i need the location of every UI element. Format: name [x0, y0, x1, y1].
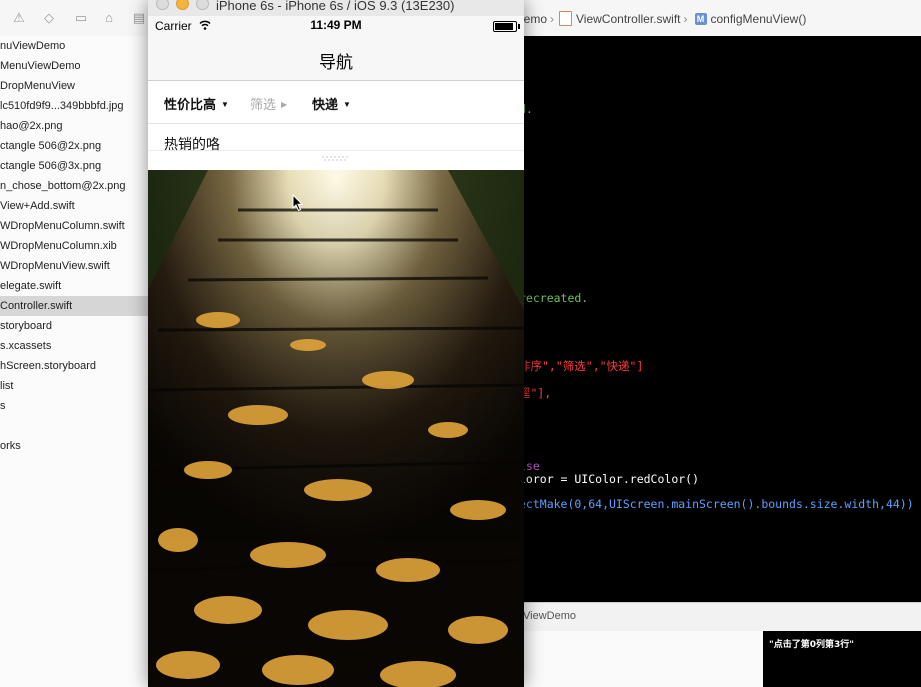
menu-column-filter[interactable]: 筛选 ▶: [250, 94, 287, 113]
swift-file-icon: [559, 11, 573, 27]
caret-right-icon: ▶: [281, 100, 288, 109]
code-line: 非序","筛选","快递"]: [519, 359, 644, 373]
navigator-item[interactable]: ctangle 506@2x.png: [0, 136, 150, 156]
code-line: recreated.: [519, 291, 589, 305]
debug-bar: ViewDemo: [515, 602, 921, 632]
comment-icon[interactable]: ▤: [132, 11, 146, 25]
navigator-item[interactable]: WDropMenuColumn.xib: [0, 236, 150, 256]
ios-status-bar: Carrier 11:49 PM: [148, 16, 524, 36]
chevron-right-icon: ›: [683, 11, 688, 26]
code-line: loror = UIColor.redColor(): [519, 472, 700, 486]
navigator-item[interactable]: elegate.swift: [0, 276, 150, 296]
navigator-item[interactable]: DropMenuView: [0, 76, 150, 96]
simulator-window: iPhone 6s - iPhone 6s / iOS 9.3 (13E230)…: [148, 0, 524, 687]
warning-icon[interactable]: ⚠: [12, 11, 26, 25]
battery-icon: [493, 21, 520, 32]
navigator-item[interactable]: orks: [0, 436, 150, 456]
navigator-item[interactable]: View+Add.swift: [0, 196, 150, 216]
mouse-pointer-icon: [292, 194, 304, 212]
project-navigator: nuViewDemo MenuViewDemo DropMenuView lc510f…: [0, 36, 151, 687]
navigator-item[interactable]: lc510fd9f9...349bbbfd.jpg: [0, 96, 150, 116]
console-output[interactable]: "点击了第0列第3行": [763, 631, 921, 687]
jumpbar-file[interactable]: ViewController.swift: [576, 12, 680, 26]
navigator-item[interactable]: Controller.swift: [0, 296, 150, 316]
menu-column-label: 快递: [312, 97, 339, 112]
minimize-window-button[interactable]: [176, 0, 189, 10]
simulator-title: iPhone 6s - iPhone 6s / iOS 9.3 (13E230): [216, 0, 455, 13]
breakpoint-icon[interactable]: ◇: [42, 11, 56, 25]
navigator-item[interactable]: n_chose_bottom@2x.png: [0, 176, 150, 196]
background-photo-stairs: [148, 170, 524, 687]
navigation-bar: 导航: [148, 36, 524, 81]
jumpbar-method[interactable]: configMenuView(): [711, 12, 807, 26]
navigator-item[interactable]: s: [0, 396, 150, 416]
jump-bar: Demo › ViewController.swift › MconfigMenuVie…: [515, 11, 806, 27]
zoom-window-button[interactable]: [196, 0, 209, 10]
variables-view: [515, 631, 763, 687]
navigator-item[interactable]: hao@2x.png: [0, 116, 150, 136]
caret-down-icon: ▼: [343, 100, 351, 109]
navigator-item[interactable]: WDropMenuColumn.swift: [0, 216, 150, 236]
menu-column-label: 性价比高: [164, 97, 217, 112]
caret-down-icon: ▼: [221, 100, 229, 109]
debug-area-title: ViewDemo: [523, 610, 576, 622]
navigator-item[interactable]: hScreen.storyboard: [0, 356, 150, 376]
code-editor[interactable]: d. recreated. 非序","筛选","快递"] 逕"], lse loror =…: [515, 36, 921, 602]
menu-column-delivery[interactable]: 快递 ▼: [312, 94, 351, 113]
code-line: ectMake(0,64,UIScreen.mainScreen().bound…: [519, 497, 914, 511]
history-icon[interactable]: ▭: [74, 11, 88, 25]
navigator-item[interactable]: WDropMenuView.swift: [0, 256, 150, 276]
drag-handle-icon[interactable]: [320, 156, 350, 161]
drop-menu-bar: 性价比高 ▼ 筛选 ▶ 快递 ▼: [148, 81, 524, 124]
dropdown-option-label: 热销的咯: [164, 136, 220, 152]
menu-column-sort[interactable]: 性价比高 ▼: [164, 94, 229, 113]
navigator-item[interactable]: s.xcassets: [0, 336, 150, 356]
tag-icon[interactable]: ⌂: [102, 11, 116, 25]
navigator-item[interactable]: list: [0, 376, 150, 396]
nav-title: 导航: [319, 53, 353, 72]
navigator-item[interactable]: nuViewDemo: [0, 36, 150, 56]
menu-column-label: 筛选: [250, 97, 277, 112]
navigator-item[interactable]: storyboard: [0, 316, 150, 336]
chevron-right-icon: ›: [550, 11, 555, 26]
close-window-button[interactable]: [156, 0, 169, 10]
navigator-item[interactable]: MenuViewDemo: [0, 56, 150, 76]
navigator-item[interactable]: [0, 416, 150, 436]
status-time: 11:49 PM: [310, 18, 362, 32]
console-text: "点击了第0列第3行": [769, 640, 854, 650]
method-icon: M: [694, 12, 707, 25]
navigator-item[interactable]: ctangle 506@3x.png: [0, 156, 150, 176]
simulator-titlebar: iPhone 6s - iPhone 6s / iOS 9.3 (13E230): [148, 0, 524, 17]
dropdown-option-row[interactable]: 热销的咯: [148, 124, 524, 152]
